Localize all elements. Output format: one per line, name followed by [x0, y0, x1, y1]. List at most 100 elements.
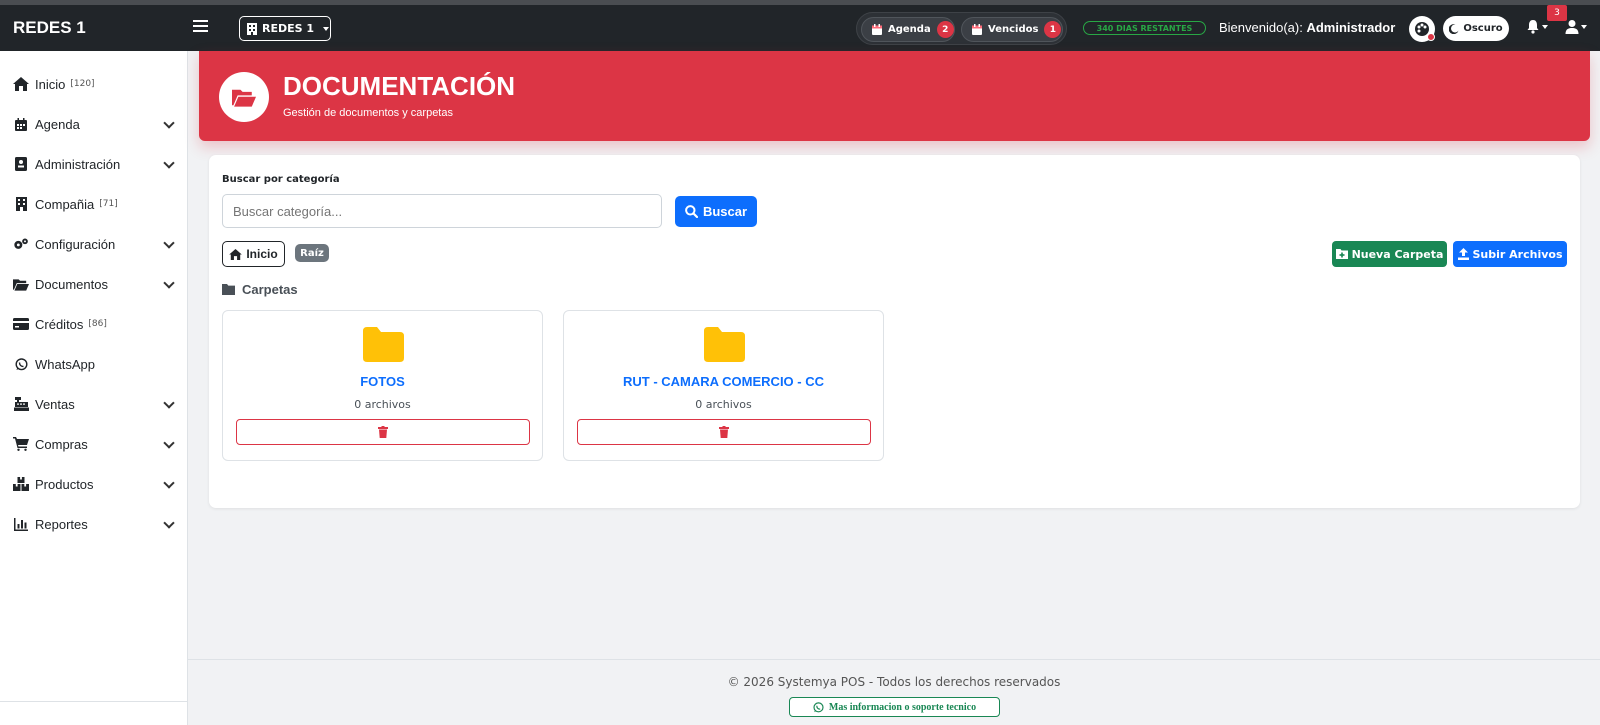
- sidebar-item-compras[interactable]: Compras: [0, 430, 187, 458]
- building-icon: [247, 22, 257, 35]
- sidebar-item-count: [86]: [88, 319, 107, 329]
- calendar-icon: [13, 116, 29, 132]
- page-footer: © 2026 Systemya POS - Todos los derechos…: [188, 659, 1600, 725]
- search-label: Buscar por categoría: [222, 174, 340, 185]
- chevron-down-icon: [1581, 25, 1587, 29]
- folder-open-icon: [219, 72, 269, 122]
- folder-icon: [363, 327, 404, 362]
- credit-card-icon: [13, 316, 29, 332]
- welcome-prefix: Bienvenido(a):: [1219, 20, 1303, 35]
- agenda-pill[interactable]: Agenda 2: [861, 17, 955, 42]
- bell-icon: [1526, 19, 1540, 34]
- vencidos-pill-label: Vencidos: [988, 24, 1039, 35]
- folder-plus-icon: [1335, 249, 1348, 259]
- support-button[interactable]: Mas informacion o soporte tecnico: [789, 697, 1000, 717]
- company-selector[interactable]: REDES 1: [239, 16, 331, 41]
- breadcrumb-home-label: Inicio: [246, 247, 278, 261]
- sidebar-item-label: Compañia: [35, 196, 95, 212]
- chevron-down-icon: [163, 277, 175, 289]
- sidebar-item-documentos[interactable]: Documentos: [0, 270, 187, 298]
- calendar-icon: [872, 24, 882, 35]
- chevron-down-icon: [163, 157, 175, 169]
- folder-card[interactable]: RUT - CAMARA COMERCIO - CC 0 archivos: [563, 310, 884, 461]
- sidebar-item-label: Créditos: [35, 316, 84, 332]
- sidebar-item-ventas[interactable]: Ventas: [0, 390, 187, 418]
- sidebar-item-inicio[interactable]: Inicio [120]: [0, 70, 187, 98]
- brand-title[interactable]: REDES 1: [13, 18, 86, 38]
- chevron-down-icon: [163, 517, 175, 529]
- new-folder-label: Nueva Carpeta: [1351, 247, 1444, 261]
- sidebar-item-agenda[interactable]: Agenda: [0, 110, 187, 138]
- search-button[interactable]: Buscar: [675, 196, 757, 227]
- sidebar-item-label: Configuración: [35, 236, 116, 252]
- vencidos-count-badge: 1: [1044, 21, 1062, 38]
- cart-icon: [13, 436, 29, 452]
- sidebar-item-configuracion[interactable]: Configuración: [0, 230, 187, 258]
- folder-file-count: 0 archivos: [354, 398, 411, 411]
- calendar-icon: [972, 24, 982, 35]
- whatsapp-icon: [813, 701, 824, 713]
- palette-button[interactable]: [1409, 16, 1435, 42]
- moon-icon: [1449, 23, 1459, 34]
- sidebar-item-count: [71]: [99, 199, 118, 209]
- delete-folder-button[interactable]: [577, 419, 871, 445]
- folder-card[interactable]: FOTOS 0 archivos: [222, 310, 543, 461]
- sidebar-item-administracion[interactable]: Administración: [0, 150, 187, 178]
- cash-register-icon: [13, 396, 29, 412]
- agenda-pill-label: Agenda: [888, 24, 931, 35]
- folder-icon: [704, 327, 745, 362]
- folder-name[interactable]: FOTOS: [223, 374, 542, 389]
- footer-copyright: © 2026 Systemya POS - Todos los derechos…: [727, 675, 1061, 689]
- sidebar-item-productos[interactable]: Productos: [0, 470, 187, 498]
- category-search-input[interactable]: [222, 194, 662, 228]
- sidebar-item-creditos[interactable]: Créditos [86]: [0, 310, 187, 338]
- trash-icon: [378, 426, 388, 438]
- sidebar-item-reportes[interactable]: Reportes: [0, 510, 187, 538]
- dark-mode-toggle[interactable]: Oscuro: [1443, 16, 1509, 41]
- page-subtitle: Gestión de documentos y carpetas: [283, 107, 453, 119]
- chart-icon: [13, 516, 29, 532]
- sidebar-item-label: Agenda: [35, 116, 80, 132]
- sidebar-item-label: Inicio: [35, 76, 66, 92]
- agenda-count-badge: 2: [936, 21, 954, 38]
- folder-open-icon: [13, 276, 29, 292]
- welcome-user: Administrador: [1306, 20, 1396, 35]
- vencidos-pill[interactable]: Vencidos 1: [961, 17, 1063, 42]
- sidebar: Inicio [120] Agenda Administración Compa…: [0, 51, 188, 725]
- new-folder-button[interactable]: Nueva Carpeta: [1332, 241, 1447, 267]
- home-icon: [229, 248, 243, 260]
- building-icon: [13, 196, 29, 212]
- whatsapp-icon: [13, 356, 29, 372]
- chevron-down-icon: [163, 397, 175, 409]
- menu-toggle-icon[interactable]: [193, 20, 208, 34]
- folder-name[interactable]: RUT - CAMARA COMERCIO - CC: [564, 374, 883, 389]
- folders-section-title: Carpetas: [222, 282, 298, 297]
- notifications-button[interactable]: [1526, 19, 1548, 34]
- user-menu-button[interactable]: [1565, 19, 1587, 34]
- sidebar-item-compania[interactable]: Compañia [71]: [0, 190, 187, 218]
- company-selector-label: REDES 1: [262, 22, 315, 35]
- page-header: DOCUMENTACIÓN Gestión de documentos y ca…: [199, 51, 1590, 141]
- trash-icon: [719, 426, 729, 438]
- breadcrumb-root-badge: Raíz: [295, 244, 329, 262]
- dark-mode-label: Oscuro: [1463, 23, 1503, 34]
- chevron-down-icon: [323, 26, 330, 31]
- sidebar-footer: [0, 701, 187, 725]
- palette-status-dot: [1427, 33, 1435, 41]
- upload-icon: [1457, 248, 1469, 260]
- delete-folder-button[interactable]: [236, 419, 530, 445]
- sidebar-item-label: WhatsApp: [35, 356, 95, 372]
- sidebar-item-label: Documentos: [35, 276, 108, 292]
- sidebar-item-whatsapp[interactable]: WhatsApp: [0, 350, 187, 378]
- upload-files-label: Subir Archivos: [1472, 247, 1563, 261]
- sidebar-item-label: Compras: [35, 436, 88, 452]
- user-icon: [1565, 19, 1579, 34]
- upload-files-button[interactable]: Subir Archivos: [1453, 241, 1567, 267]
- days-remaining-badge: 340 DIAS RESTANTES: [1083, 21, 1206, 35]
- documents-card: Buscar por categoría Buscar Inicio Raíz …: [209, 155, 1580, 508]
- breadcrumb-home[interactable]: Inicio: [222, 241, 285, 267]
- sidebar-item-count: [120]: [70, 79, 95, 89]
- alerts-group: Agenda 2 Vencidos 1: [856, 12, 1067, 45]
- id-card-icon: [13, 156, 29, 172]
- support-button-label: Mas informacion o soporte tecnico: [828, 701, 977, 713]
